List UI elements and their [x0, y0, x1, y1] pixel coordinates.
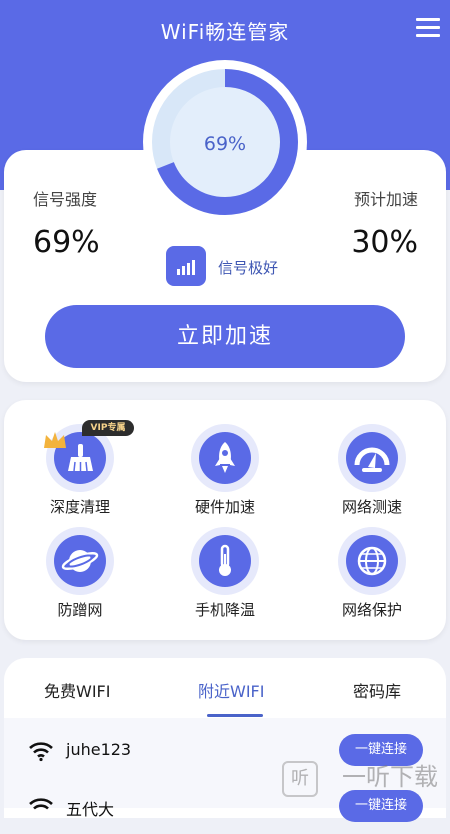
signal-quality-text: 信号极好: [218, 259, 279, 277]
tool-speed-test[interactable]: 网络测速: [312, 424, 432, 524]
planet-icon: [61, 550, 99, 572]
watermark: 听 一听下载: [278, 758, 438, 797]
tool-network-protection[interactable]: 网络保护: [312, 527, 432, 627]
tab-nearby-wifi[interactable]: 附近WIFI: [198, 678, 264, 702]
wifi-icon: [29, 798, 53, 810]
watermark-logo-icon: 听: [282, 761, 318, 797]
tool-label: 网络测速: [341, 498, 402, 516]
active-tab-indicator: [207, 714, 263, 717]
crown-icon: [44, 432, 66, 448]
gauge-value: 69%: [203, 133, 247, 155]
tool-anti-freeload[interactable]: 防蹭网: [20, 527, 140, 627]
tool-label: 手机降温: [194, 601, 255, 619]
wifi-name: juhe123: [66, 740, 132, 759]
globe-icon: [357, 546, 387, 576]
speedometer-icon: [354, 447, 390, 472]
tool-label: 深度清理: [49, 498, 110, 516]
vip-badge: VIP专属: [82, 420, 134, 436]
tool-hardware-boost[interactable]: 硬件加速: [165, 424, 285, 524]
estimated-boost-value: 30%: [351, 225, 418, 260]
tool-label: 硬件加速: [194, 498, 255, 516]
signal-strength-label: 信号强度: [33, 190, 98, 209]
signal-strength-value: 69%: [33, 225, 100, 260]
app-title: WiFi畅连管家: [160, 20, 290, 44]
signal-bars-icon: [166, 246, 206, 286]
tool-label: 防蹭网: [57, 601, 103, 619]
tab-free-wifi[interactable]: 免费WIFI: [44, 678, 110, 702]
rocket-icon: [215, 442, 235, 473]
tool-deep-clean[interactable]: VIP专属 深度清理: [20, 420, 140, 524]
thermometer-icon: [219, 544, 231, 576]
tool-label: 网络保护: [341, 601, 402, 619]
tool-phone-cooling[interactable]: 手机降温: [165, 527, 285, 627]
boost-now-button[interactable]: 立即加速: [45, 305, 405, 368]
menu-icon[interactable]: [416, 18, 440, 38]
wifi-icon: [29, 742, 53, 762]
tab-password-library[interactable]: 密码库: [353, 678, 401, 702]
estimated-boost-label: 预计加速: [353, 190, 418, 209]
watermark-text: 一听下载: [342, 763, 438, 791]
